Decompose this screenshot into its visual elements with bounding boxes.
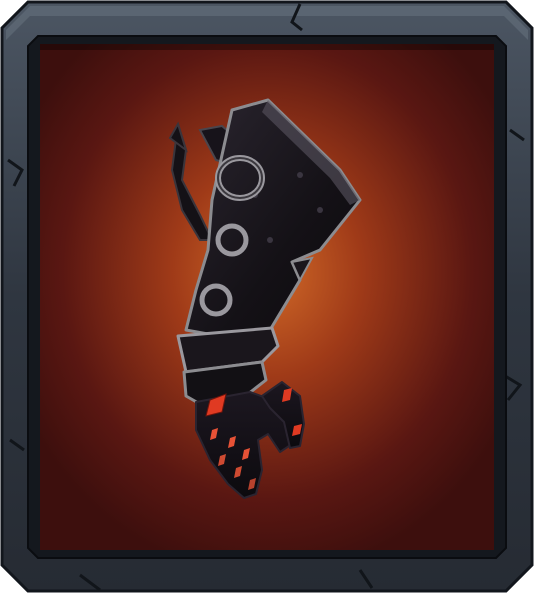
item-card[interactable] [0, 0, 534, 593]
